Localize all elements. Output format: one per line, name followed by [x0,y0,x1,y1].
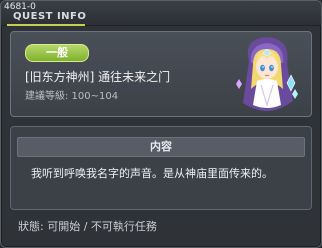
quest-name: [旧东方神州] 通往未来之门 [25,70,171,84]
quest-content-panel: 内容 我听到呼唤我名字的声音。是从神庙里面传来的。 [10,126,312,210]
content-header: 内容 [17,137,305,157]
quest-category-badge: 一般 [25,44,89,62]
title-bar[interactable]: 4681-0 QUEST INFO [1,1,321,26]
quest-status: 狀態: 可開始 / 不可執行任務 [18,220,157,233]
npc-portrait-icon [236,37,298,111]
content-description: 我听到呼唤我名字的声音。是从神庙里面传来的。 [31,167,273,180]
window-title: QUEST INFO [13,11,87,22]
quest-info-window: 4681-0 QUEST INFO 一般 [旧东方神州] 通往未来之门 建議等級… [0,0,322,248]
recommended-level: 建議等級: 100~104 [25,91,119,102]
title-underline [7,24,85,26]
